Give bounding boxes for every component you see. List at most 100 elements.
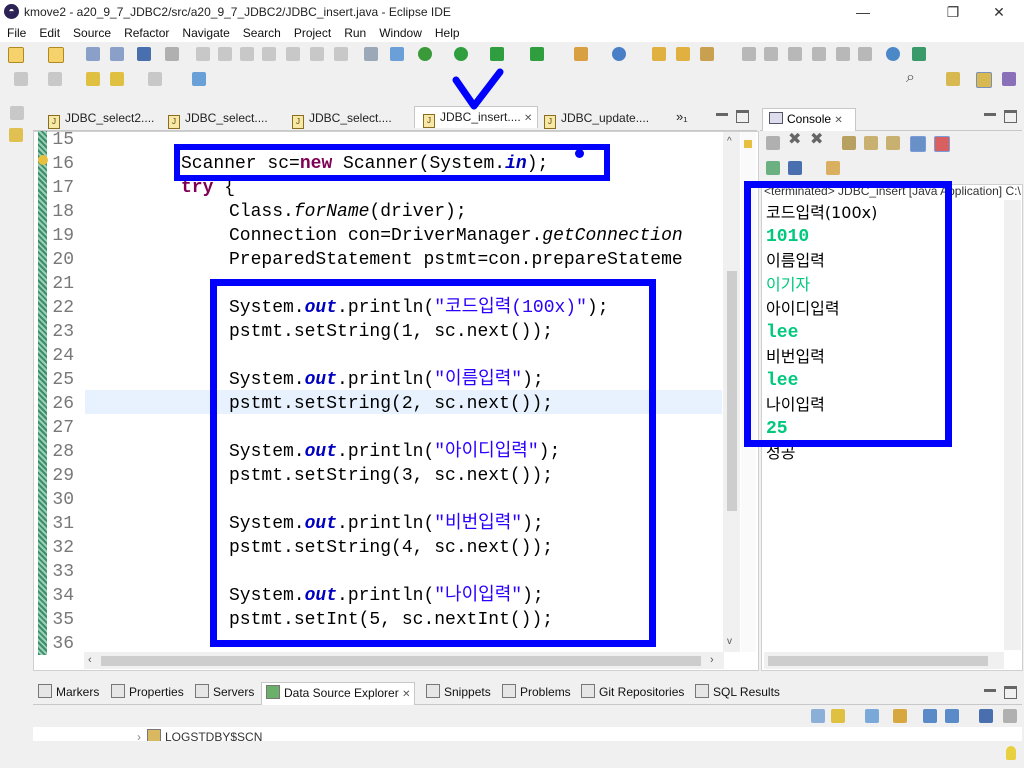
terminal-icon[interactable] xyxy=(137,47,151,61)
open-task-icon[interactable] xyxy=(676,47,690,61)
tab-jdbc-update[interactable]: J JDBC_update.... xyxy=(536,108,657,129)
export-icon[interactable] xyxy=(945,709,959,723)
step-into-icon[interactable] xyxy=(286,47,300,61)
tab-git-repositories[interactable]: Git Repositories xyxy=(581,684,684,700)
menu-file[interactable]: File xyxy=(0,24,32,42)
last-edit-icon[interactable] xyxy=(86,72,100,86)
step-over-icon[interactable] xyxy=(310,47,324,61)
suspend-icon[interactable] xyxy=(218,47,232,61)
debug-icon[interactable] xyxy=(418,47,432,61)
show-whitespace-icon[interactable] xyxy=(812,47,826,61)
warning-icon[interactable] xyxy=(38,155,48,165)
scroll-down-icon[interactable]: v xyxy=(727,636,732,647)
menu-edit[interactable]: Edit xyxy=(32,24,66,42)
close-button[interactable]: ✕ xyxy=(976,0,1022,24)
menu-help[interactable]: Help xyxy=(428,24,466,42)
tabs-overflow-button[interactable]: »₁ xyxy=(676,106,688,127)
new-class-icon[interactable] xyxy=(612,47,626,61)
close-icon[interactable]: ✕ xyxy=(834,115,842,126)
search-tool-icon[interactable] xyxy=(700,47,714,61)
collapse-all-icon[interactable] xyxy=(811,709,825,723)
menu-search[interactable]: Search xyxy=(236,24,287,42)
tab-sql-results[interactable]: SQL Results xyxy=(695,684,780,700)
show-stdout-icon[interactable] xyxy=(910,136,926,152)
tab-console[interactable]: Console ✕ xyxy=(762,108,856,131)
menu-navigate[interactable]: Navigate xyxy=(175,24,235,42)
menu-window[interactable]: Window xyxy=(372,24,428,42)
minimize-button[interactable]: — xyxy=(840,0,886,24)
editor-vertical-scroll-thumb[interactable] xyxy=(727,271,737,511)
resume-icon[interactable] xyxy=(196,47,210,61)
import-icon[interactable] xyxy=(923,709,937,723)
scroll-up-icon[interactable]: ^ xyxy=(727,136,732,147)
view-menu-icon[interactable] xyxy=(1003,709,1017,723)
maximize-button[interactable]: ❐ xyxy=(930,0,976,24)
step-return-icon[interactable] xyxy=(334,47,348,61)
tab-jdbc-select-b[interactable]: J JDBC_select.... xyxy=(284,108,400,129)
new-java-project-icon[interactable] xyxy=(574,47,588,61)
display-console-icon[interactable] xyxy=(788,161,802,175)
globe-icon[interactable] xyxy=(886,47,900,61)
link-editor-icon[interactable] xyxy=(831,709,845,723)
tab-jdbc-select-a[interactable]: J JDBC_select.... xyxy=(160,108,276,129)
menu-source[interactable]: Source xyxy=(66,24,117,42)
minimize-editor-icon[interactable] xyxy=(716,113,728,116)
menu-refactor[interactable]: Refactor xyxy=(117,24,175,42)
menu-project[interactable]: Project xyxy=(287,24,337,42)
editor-horizontal-scroll-thumb[interactable] xyxy=(101,656,701,666)
maximize-editor-icon[interactable] xyxy=(736,110,749,123)
minimize-bottom-icon[interactable] xyxy=(984,689,996,692)
external-tools-icon[interactable] xyxy=(530,47,544,61)
open-console-icon[interactable] xyxy=(826,161,840,175)
close-icon[interactable]: ✕ xyxy=(402,689,410,700)
clear-console-icon[interactable] xyxy=(842,136,856,150)
filter-icon[interactable] xyxy=(865,709,879,723)
run-icon[interactable] xyxy=(454,47,468,61)
skip-breakpoints-icon[interactable] xyxy=(165,47,179,61)
pin-console-icon[interactable] xyxy=(766,161,780,175)
new-icon[interactable] xyxy=(8,47,24,63)
open-perspective-icon[interactable] xyxy=(946,72,960,86)
pin-editor-icon[interactable] xyxy=(192,72,206,86)
maximize-bottom-icon[interactable] xyxy=(1004,686,1017,699)
disconnect-icon[interactable] xyxy=(262,47,276,61)
restore-icon[interactable] xyxy=(10,106,24,120)
remove-launch-icon[interactable]: ✖ xyxy=(788,132,801,148)
console-horizontal-scroll-thumb[interactable] xyxy=(768,656,988,666)
forward-icon[interactable] xyxy=(148,72,162,86)
tab-snippets[interactable]: Snippets xyxy=(426,684,491,700)
block-select-icon[interactable] xyxy=(764,47,778,61)
chevron-right-icon[interactable]: › xyxy=(137,730,141,741)
word-wrap-icon[interactable] xyxy=(788,47,802,61)
next-annotation-icon[interactable] xyxy=(14,72,28,86)
scroll-left-icon[interactable]: ‹ xyxy=(88,654,92,666)
terminate-icon[interactable] xyxy=(766,136,780,150)
warning-marker[interactable] xyxy=(744,140,752,148)
tree-item[interactable]: › LOGSTDBY$SCN xyxy=(137,729,262,741)
maximize-console-icon[interactable] xyxy=(1004,110,1017,123)
terminate-icon[interactable] xyxy=(240,47,254,61)
remove-all-icon[interactable]: ✖ xyxy=(810,132,823,148)
package-explorer-icon[interactable] xyxy=(9,128,23,142)
new-package-icon[interactable] xyxy=(48,47,64,63)
tab-servers[interactable]: Servers xyxy=(195,684,254,700)
menu-run[interactable]: Run xyxy=(337,24,372,42)
open-type-icon[interactable] xyxy=(652,47,666,61)
tab-markers[interactable]: Markers xyxy=(38,684,99,700)
word-wrap-icon[interactable] xyxy=(886,136,900,150)
java-perspective-icon[interactable] xyxy=(1002,72,1016,86)
tab-properties[interactable]: Properties xyxy=(111,684,184,700)
back-icon[interactable] xyxy=(110,72,124,86)
tab-problems[interactable]: Problems xyxy=(502,684,571,700)
prev-annotation-icon[interactable] xyxy=(48,72,62,86)
annotation-icon[interactable] xyxy=(742,47,756,61)
tab-data-source-explorer[interactable]: Data Source Explorer ✕ xyxy=(261,682,416,705)
task-icon[interactable] xyxy=(390,47,404,61)
minimize-console-icon[interactable] xyxy=(984,113,996,116)
java-ee-perspective-icon[interactable] xyxy=(976,72,992,88)
scroll-right-icon[interactable]: › xyxy=(710,654,714,666)
console-vertical-scrollbar[interactable] xyxy=(1004,200,1021,650)
save-icon[interactable] xyxy=(86,47,100,61)
mark-occurrences-icon[interactable] xyxy=(836,47,850,61)
lightbulb-icon[interactable] xyxy=(1006,746,1016,760)
